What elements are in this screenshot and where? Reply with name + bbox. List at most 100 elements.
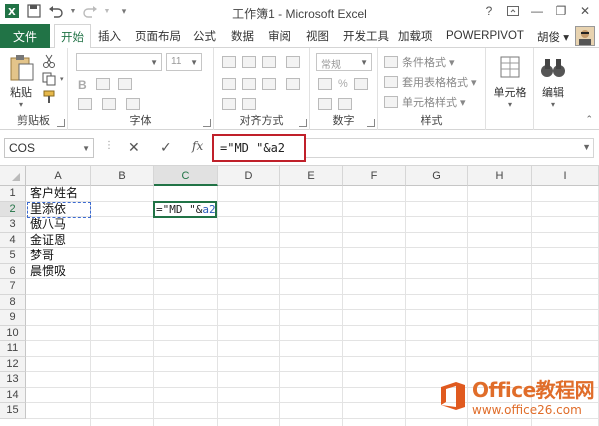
cut-button[interactable] (42, 54, 56, 68)
tab-file[interactable]: 文件 (0, 24, 50, 48)
row-header-10[interactable]: 10 (0, 325, 26, 341)
indent-decrease-button[interactable] (222, 98, 236, 110)
ribbon-display-icon[interactable] (503, 2, 523, 20)
name-box[interactable]: COS ▼ (4, 138, 94, 158)
row-header-14[interactable]: 14 (0, 387, 26, 403)
tab-addins[interactable]: 加载项 (398, 24, 433, 48)
grid-row-line (26, 216, 599, 217)
align-left-button[interactable] (222, 78, 236, 90)
tab-page-layout[interactable]: 页面布局 (135, 24, 181, 48)
tab-insert[interactable]: 插入 (98, 24, 121, 48)
format-painter-button[interactable] (42, 90, 56, 104)
insert-function-button[interactable]: fx (192, 139, 203, 153)
select-all-corner[interactable] (0, 166, 26, 186)
row-header-15[interactable]: 15 (0, 403, 26, 419)
user-name[interactable]: 胡俊 ▾ (537, 29, 569, 45)
comma-button[interactable] (354, 78, 368, 90)
tab-view[interactable]: 视图 (306, 24, 329, 48)
help-button[interactable]: ? (479, 2, 499, 20)
clipboard-launcher-icon[interactable] (57, 119, 65, 127)
avatar[interactable] (575, 26, 595, 46)
format-as-table-button[interactable]: 套用表格格式 ▾ (384, 74, 477, 90)
tab-developer[interactable]: 开发工具 (343, 24, 389, 48)
formula-bar-grip-icon[interactable]: ⋮ (104, 140, 114, 156)
conditional-formatting-icon (384, 56, 398, 68)
paste-button[interactable]: 粘贴 ▾ (4, 54, 38, 109)
merge-center-button[interactable] (286, 78, 300, 90)
cell-a5[interactable]: 梦哥 (30, 248, 54, 263)
font-name-combo[interactable]: ▼ (76, 53, 162, 71)
row-header-5[interactable]: 5 (0, 248, 26, 264)
tab-review[interactable]: 审阅 (268, 24, 291, 48)
collapse-ribbon-icon[interactable]: ⌃ (585, 114, 593, 125)
restore-button[interactable]: ❐ (551, 2, 571, 20)
align-top-button[interactable] (222, 56, 236, 68)
paste-dropdown-icon[interactable]: ▾ (4, 100, 38, 109)
fill-color-button[interactable] (102, 98, 116, 110)
minimize-button[interactable]: — (527, 2, 547, 20)
align-middle-button[interactable] (242, 56, 256, 68)
font-size-combo[interactable]: 11 ▼ (166, 53, 202, 71)
column-header-a[interactable]: A (26, 166, 91, 186)
increase-decimal-button[interactable] (318, 98, 332, 110)
align-right-button[interactable] (262, 78, 276, 90)
column-header-i[interactable]: I (532, 166, 599, 186)
row-header-8[interactable]: 8 (0, 294, 26, 310)
row-header-13[interactable]: 13 (0, 372, 26, 388)
column-header-h[interactable]: H (468, 166, 532, 186)
editing-button[interactable]: 编辑 ▾ (536, 54, 570, 109)
cell-a4[interactable]: 金证恩 (30, 233, 66, 248)
wrap-text-button[interactable] (286, 56, 300, 68)
column-header-e[interactable]: E (280, 166, 343, 186)
number-format-combo[interactable]: 常规 ▼ (316, 53, 372, 71)
italic-button[interactable] (96, 78, 110, 90)
expand-formula-bar-icon[interactable]: ▼ (582, 142, 591, 152)
tab-home[interactable]: 开始 (54, 24, 91, 49)
align-center-button[interactable] (242, 78, 256, 90)
cell-a6[interactable]: 晨惯吸 (30, 264, 66, 279)
row-header-6[interactable]: 6 (0, 263, 26, 279)
align-bottom-button[interactable] (262, 56, 276, 68)
italic-icon (96, 78, 110, 90)
row-header-11[interactable]: 11 (0, 341, 26, 357)
cancel-button[interactable]: ✕ (128, 139, 140, 156)
row-header-3[interactable]: 3 (0, 217, 26, 233)
font-launcher-icon[interactable] (203, 119, 211, 127)
row-header-4[interactable]: 4 (0, 232, 26, 248)
currency-button[interactable] (318, 78, 332, 90)
underline-button[interactable] (118, 78, 132, 90)
cell-a1[interactable]: 客户姓名 (30, 186, 78, 201)
conditional-formatting-button[interactable]: 条件格式 ▾ (384, 54, 455, 70)
tab-data[interactable]: 数据 (231, 24, 254, 48)
column-header-b[interactable]: B (91, 166, 154, 186)
row-header-12[interactable]: 12 (0, 356, 26, 372)
percent-button[interactable]: % (338, 78, 348, 90)
cell-a3[interactable]: 傲八马 (30, 217, 66, 232)
number-launcher-icon[interactable] (367, 119, 375, 127)
column-header-d[interactable]: D (218, 166, 280, 186)
formula-input[interactable]: ="MD "&a2 (212, 134, 306, 162)
tab-powerpivot[interactable]: POWERPIVOT (446, 24, 524, 48)
decrease-decimal-button[interactable] (338, 98, 352, 110)
logo-url: www.office26.com (472, 403, 582, 417)
row-header-2[interactable]: 2 (0, 201, 26, 217)
borders-button[interactable] (78, 98, 92, 110)
indent-increase-button[interactable] (242, 98, 256, 110)
column-header-c[interactable]: C (154, 166, 218, 186)
cell-styles-button[interactable]: 单元格样式 ▾ (384, 94, 466, 110)
formula-input-extension[interactable] (306, 138, 594, 158)
column-header-g[interactable]: G (406, 166, 468, 186)
font-color-button[interactable] (126, 98, 140, 110)
tab-formulas[interactable]: 公式 (193, 24, 216, 48)
copy-button[interactable]: ▾ (42, 72, 64, 86)
column-header-f[interactable]: F (343, 166, 406, 186)
active-cell-c2[interactable]: ="MD "&a2 (153, 201, 217, 218)
row-header-1[interactable]: 1 (0, 186, 26, 202)
close-button[interactable]: ✕ (575, 2, 595, 20)
enter-button[interactable]: ✓ (160, 139, 172, 156)
bold-button[interactable]: B (78, 78, 87, 92)
alignment-launcher-icon[interactable] (299, 119, 307, 127)
row-header-7[interactable]: 7 (0, 279, 26, 295)
cells-button[interactable]: 单元格 ▾ (490, 54, 530, 109)
row-header-9[interactable]: 9 (0, 310, 26, 326)
